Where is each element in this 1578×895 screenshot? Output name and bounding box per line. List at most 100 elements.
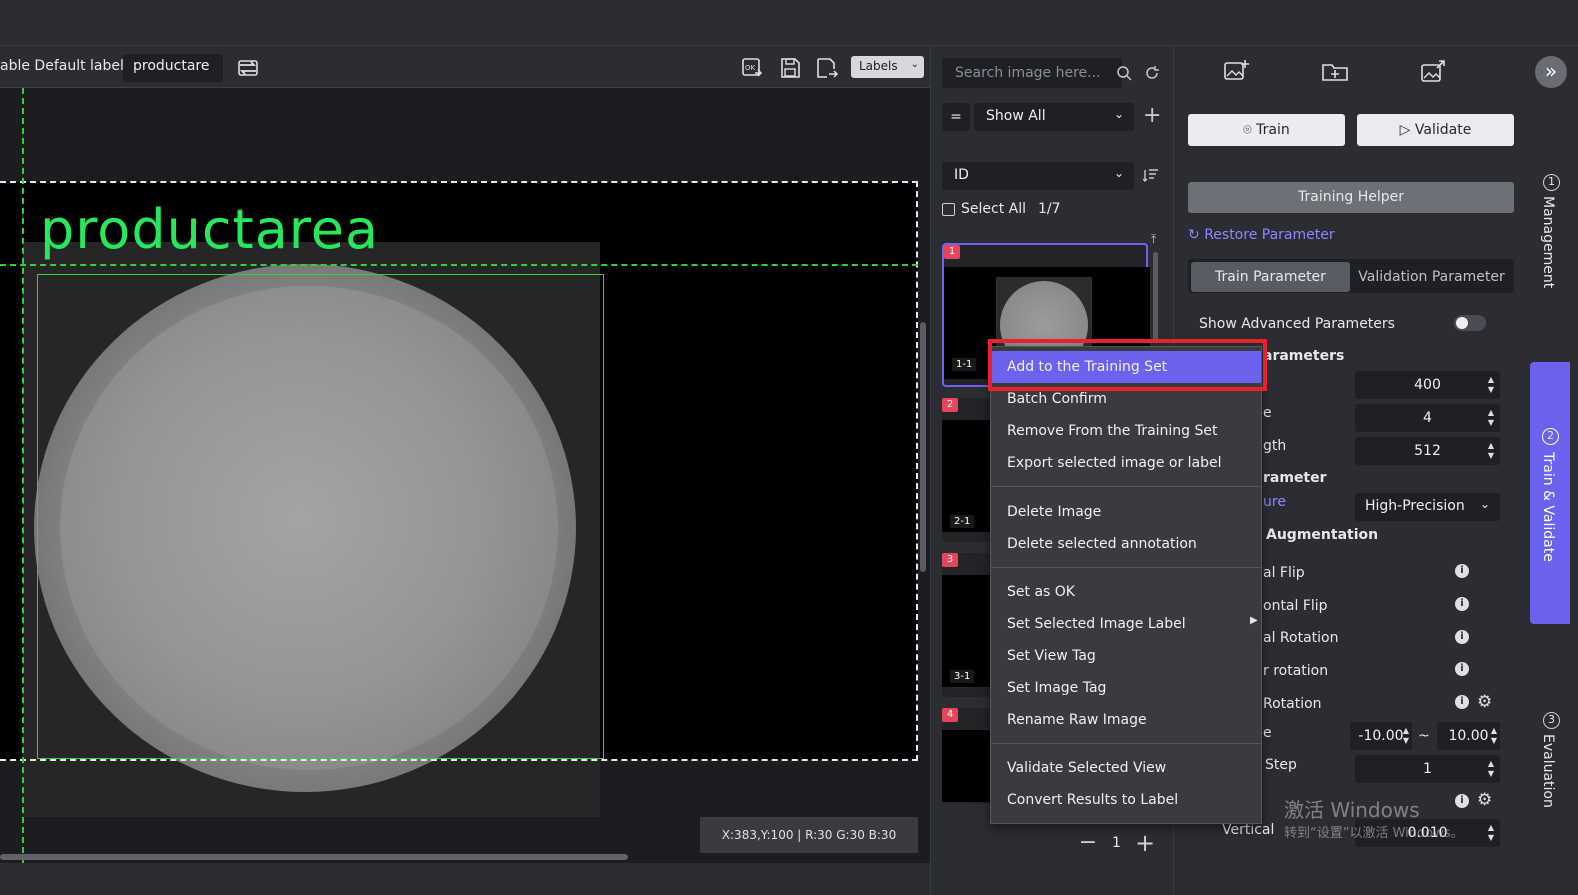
swap-icon[interactable]: [236, 56, 260, 80]
show-advanced-toggle[interactable]: [1454, 315, 1486, 331]
menu-set-view-tag[interactable]: Set View Tag: [991, 640, 1261, 672]
annotation-box[interactable]: [37, 274, 604, 759]
spin-arrows-icon[interactable]: ▲ ▼: [1488, 408, 1494, 428]
add-image-icon[interactable]: [1222, 58, 1250, 86]
submenu-arrow-icon: ▶: [1250, 615, 1258, 626]
menu-set-selected-image-label[interactable]: Set Selected Image Label: [991, 608, 1261, 640]
menu-export-selected[interactable]: Export selected image or label: [991, 447, 1261, 479]
save-as-icon[interactable]: [815, 56, 839, 80]
info-icon[interactable]: i: [1455, 564, 1469, 578]
sort-select-value: ID: [954, 167, 969, 183]
menu-remove-from-training-set[interactable]: Remove From the Training Set: [991, 415, 1261, 447]
side-tab-management[interactable]: 1 Management: [1530, 170, 1574, 290]
page-number[interactable]: 1: [1112, 835, 1121, 851]
aug-item-3: al Rotation: [1263, 630, 1339, 646]
sort-order-icon[interactable]: [1143, 168, 1159, 182]
save-icon[interactable]: [778, 56, 802, 80]
collapse-panel-icon[interactable]: »: [1535, 56, 1567, 88]
spin-arrows-icon[interactable]: ▲ ▼: [1403, 726, 1409, 746]
show-advanced-label: Show Advanced Parameters: [1199, 316, 1395, 332]
tab-validation-parameter[interactable]: Validation Parameter: [1352, 262, 1511, 292]
crosshair-vertical: [22, 88, 24, 863]
chevron-down-icon: ⌄: [1479, 497, 1490, 511]
spin-arrows-icon[interactable]: ▲ ▼: [1488, 759, 1494, 779]
labels-select-value: Labels: [859, 59, 898, 73]
param2-spinbox[interactable]: 4 ▲ ▼: [1355, 404, 1500, 432]
search-icon[interactable]: [1116, 65, 1132, 81]
menu-rename-raw-image[interactable]: Rename Raw Image: [991, 704, 1261, 736]
labels-select[interactable]: Labels ⌄: [851, 56, 924, 78]
menu-separator: [991, 567, 1261, 568]
filter-operator[interactable]: =: [942, 103, 970, 131]
play-icon: ▷: [1399, 122, 1411, 138]
section-augmentation: Augmentation: [1266, 527, 1379, 543]
step-value: 1: [1423, 761, 1432, 777]
spin-arrows-icon[interactable]: ▲ ▼: [1488, 441, 1494, 461]
aug-item-1: al Flip: [1263, 565, 1305, 581]
add-folder-icon[interactable]: [1320, 58, 1350, 86]
gear-icon[interactable]: ⚙: [1477, 790, 1492, 810]
add-filter-icon[interactable]: +: [1143, 104, 1161, 128]
step-number-icon: 2: [1542, 428, 1559, 445]
thumbnail-tag: 1-1: [952, 358, 977, 371]
range-min-value: -10.00: [1358, 728, 1404, 744]
list-scrollbar[interactable]: [1153, 252, 1158, 342]
info-icon[interactable]: i: [1455, 630, 1469, 644]
gear-icon[interactable]: ⚙: [1477, 692, 1492, 712]
menu-validate-selected-view[interactable]: Validate Selected View: [991, 752, 1261, 784]
param3-spinbox[interactable]: 512 ▲ ▼: [1355, 437, 1500, 465]
range-min-spinbox[interactable]: -10.00 ▲ ▼: [1350, 722, 1412, 750]
vertical-scrollbar[interactable]: [920, 322, 926, 572]
scroll-top-icon[interactable]: ⤒: [1151, 232, 1156, 247]
menu-delete-annotation[interactable]: Delete selected annotation: [991, 528, 1261, 560]
menu-set-image-tag[interactable]: Set Image Tag: [991, 672, 1261, 704]
aug-item-4: r rotation: [1263, 663, 1329, 679]
default-label-select[interactable]: productare: [123, 54, 223, 82]
menu-delete-image[interactable]: Delete Image: [991, 496, 1261, 528]
export-image-icon[interactable]: [1419, 58, 1447, 86]
structure-link[interactable]: ure: [1263, 494, 1286, 510]
menu-convert-results-to-label[interactable]: Convert Results to Label: [991, 784, 1261, 816]
filter-select[interactable]: Show All ⌄: [974, 103, 1134, 131]
side-tab-train-validate-label: Train & Validate: [1540, 452, 1556, 562]
tab-train-parameter[interactable]: Train Parameter: [1191, 262, 1350, 292]
restore-parameter-link[interactable]: ↻ Restore Parameter: [1188, 227, 1335, 243]
menu-set-as-ok[interactable]: Set as OK: [991, 576, 1261, 608]
info-icon[interactable]: i: [1455, 662, 1469, 676]
spin-arrows-icon[interactable]: ▲ ▼: [1488, 375, 1494, 395]
training-helper-button[interactable]: Training Helper: [1188, 182, 1514, 213]
search-input[interactable]: Search image here...: [942, 58, 1122, 88]
info-icon[interactable]: i: [1455, 695, 1469, 709]
train-button[interactable]: ⌾ Train: [1188, 114, 1345, 146]
step-number-icon: 3: [1543, 712, 1560, 729]
filter-select-value: Show All: [986, 108, 1046, 124]
train-button-label: Train: [1256, 122, 1290, 138]
spin-arrows-icon[interactable]: ▲ ▼: [1491, 726, 1497, 746]
side-tab-train-validate[interactable]: 2 Train & Validate: [1530, 362, 1570, 624]
page-increment-icon[interactable]: +: [1133, 831, 1157, 856]
refresh-icon[interactable]: [1144, 65, 1160, 81]
validate-button[interactable]: ▷ Validate: [1357, 114, 1514, 146]
sort-select[interactable]: ID ⌄: [942, 162, 1134, 190]
page-decrement-icon[interactable]: −: [1076, 832, 1100, 856]
precision-select[interactable]: High-Precision ⌄: [1355, 493, 1500, 521]
param1-spinbox[interactable]: 400 ▲ ▼: [1355, 371, 1500, 399]
ok-export-icon[interactable]: OK: [740, 56, 764, 80]
section-parameter: rameter: [1263, 470, 1327, 486]
info-icon[interactable]: i: [1455, 597, 1469, 611]
range-max-value: 10.00: [1448, 728, 1489, 744]
side-tab-evaluation[interactable]: 3 Evaluation: [1530, 708, 1574, 818]
spin-arrows-icon[interactable]: ▲ ▼: [1488, 823, 1494, 843]
range-max-spinbox[interactable]: 10.00 ▲ ▼: [1437, 722, 1500, 750]
horizontal-scrollbar[interactable]: [0, 854, 628, 860]
select-all-checkbox[interactable]: [942, 203, 955, 216]
image-canvas[interactable]: productarea X:383,Y:100 | R:30 G:30 B:30: [0, 88, 930, 863]
restore-parameter-label: Restore Parameter: [1204, 227, 1335, 243]
menu-separator: [991, 743, 1261, 744]
step-spinbox[interactable]: 1 ▲ ▼: [1355, 755, 1500, 783]
annotation-label: productarea: [40, 198, 380, 261]
thumbnail-tag: 2-1: [950, 515, 975, 528]
info-icon[interactable]: i: [1455, 794, 1469, 808]
param3-value: 512: [1414, 443, 1441, 459]
default-label-value: productare: [133, 58, 210, 74]
